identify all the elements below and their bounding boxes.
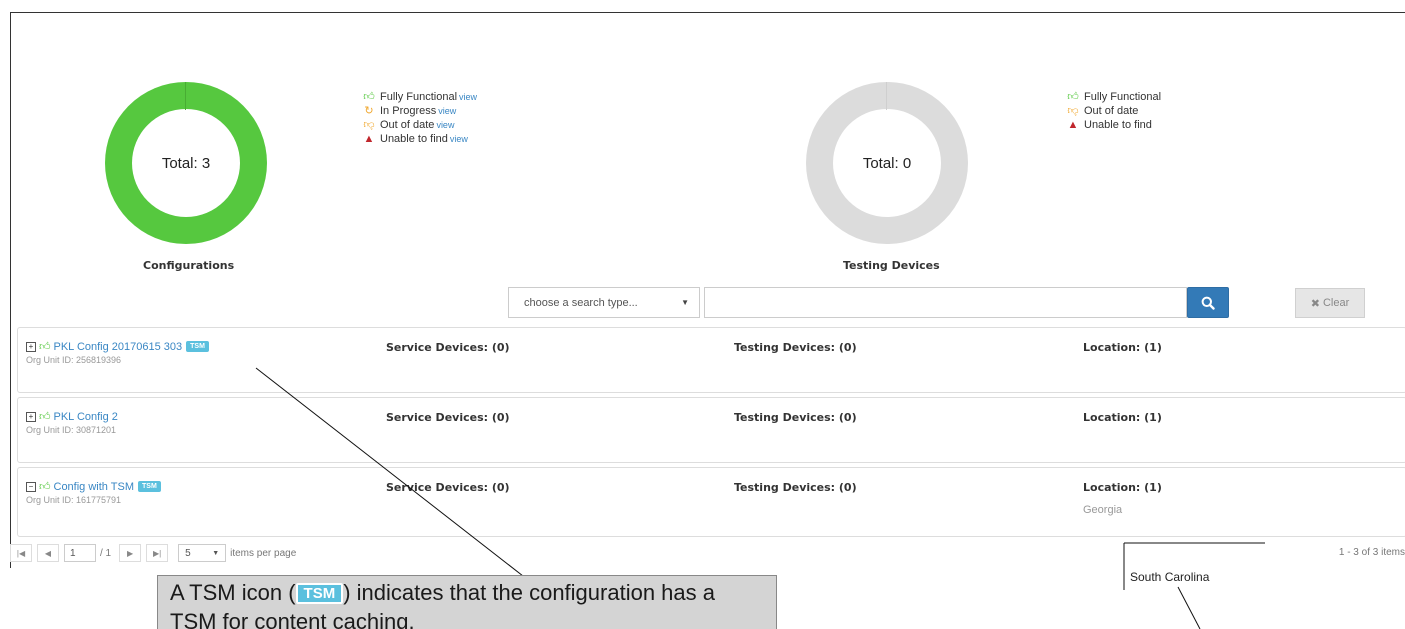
legend-item-unable-to-find: ▲ Unable to find view — [363, 132, 468, 146]
config-name-line: + 👍︎ PKL Config 2 — [26, 410, 118, 423]
legend-item-out-of-date: 👎︎ Out of date view — [363, 118, 455, 132]
testing-devices-chart-label: Testing Devices — [843, 259, 940, 272]
location-name: Georgia — [1083, 504, 1123, 516]
collapse-icon[interactable]: − — [26, 481, 36, 492]
expand-icon[interactable]: + — [26, 341, 36, 352]
page-count: / 1 — [100, 547, 112, 559]
config-row: + 👍︎ PKL Config 2 Org Unit ID: 30871201 … — [17, 397, 1405, 463]
configurations-total: Total: 3 — [161, 154, 211, 172]
tsm-badge: TSM — [295, 583, 344, 604]
testing-devices-donut-chart[interactable]: Total: 0 — [806, 82, 968, 244]
location-count[interactable]: Location: (1) — [1083, 481, 1162, 494]
thumbs-up-icon: 👍︎ — [39, 341, 51, 353]
thumbs-down-icon: 👎︎ — [363, 119, 375, 131]
legend-item-unable-to-find: ▲ Unable to find — [1067, 119, 1152, 131]
location-callout-leader — [1177, 586, 1201, 629]
refresh-icon: ↻ — [364, 105, 374, 117]
last-page-icon[interactable]: ▶| — [146, 544, 169, 562]
view-link-in-progress[interactable]: view — [438, 104, 456, 118]
org-unit-id: Org Unit ID: 30871201 — [26, 425, 117, 435]
pagination-bar: |◀ ◀ 1 / 1 ▶ ▶| 5 ▼ items per page — [10, 541, 296, 565]
close-icon: ✖ — [1310, 297, 1320, 310]
thumbs-up-icon: 👍︎ — [363, 91, 375, 103]
previous-page-icon[interactable]: ◀ — [37, 544, 59, 562]
testing-devices-count[interactable]: Testing Devices: (0) — [734, 411, 857, 424]
configurations-donut-chart[interactable]: Total: 3 — [105, 82, 267, 244]
configurations-chart-label: Configurations — [143, 259, 235, 272]
page-size-select[interactable]: 5 ▼ — [178, 544, 227, 562]
thumbs-up-icon: 👍︎ — [39, 411, 51, 423]
org-unit-id: Org Unit ID: 161775791 — [26, 495, 122, 505]
config-name-link[interactable]: PKL Config 2 — [54, 411, 118, 423]
org-unit-id: Org Unit ID: 256819396 — [26, 355, 122, 365]
service-devices-count[interactable]: Service Devices: (0) — [386, 411, 510, 424]
location-count[interactable]: Location: (1) — [1083, 341, 1162, 354]
donut-center: Total: 3 — [132, 109, 240, 217]
testing-devices-count[interactable]: Testing Devices: (0) — [734, 481, 857, 494]
legend-item-out-of-date: 👎︎ Out of date — [1067, 105, 1139, 117]
pagination-info: 1 - 3 of 3 items — [1338, 547, 1405, 558]
thumbs-down-icon: 👎︎ — [1067, 105, 1079, 117]
testing-devices-count[interactable]: Testing Devices: (0) — [734, 341, 857, 354]
view-link-unable-to-find[interactable]: view — [450, 132, 468, 146]
config-name-link[interactable]: Config with TSM — [54, 481, 135, 493]
chevron-down-icon: ▼ — [212, 549, 220, 557]
warning-icon: ▲ — [363, 133, 375, 145]
expand-icon[interactable]: + — [26, 411, 36, 422]
search-button[interactable] — [1187, 287, 1229, 318]
config-name-line: − 👍︎ Config with TSM TSM — [26, 480, 161, 493]
legend-item-fully-functional: 👍︎ Fully Functional — [1067, 91, 1162, 103]
search-type-select[interactable]: choose a search type... ▼ — [508, 287, 700, 318]
next-page-icon[interactable]: ▶ — [119, 544, 142, 562]
legend-item-in-progress: ↻ In Progress view — [362, 104, 477, 118]
service-devices-count[interactable]: Service Devices: (0) — [386, 341, 510, 354]
tsm-annotation-callout: A TSM icon (TSM) indicates that the conf… — [157, 575, 777, 629]
clear-button[interactable]: ✖ Clear — [1295, 288, 1365, 318]
legend-item-fully-functional: 👍︎ Fully Functional view — [363, 90, 478, 104]
thumbs-up-icon: 👍︎ — [39, 481, 51, 493]
thumbs-up-icon: 👍︎ — [1067, 91, 1079, 103]
first-page-icon[interactable]: |◀ — [10, 544, 32, 562]
search-icon — [1201, 296, 1215, 310]
items-per-page-label: items per page — [230, 547, 297, 559]
view-link-fully-functional[interactable]: view — [459, 90, 477, 104]
warning-icon: ▲ — [1067, 119, 1079, 131]
chevron-down-icon: ▼ — [681, 298, 689, 307]
config-name-line: + 👍︎ PKL Config 20170615 303 TSM — [26, 340, 209, 353]
search-type-value: choose a search type... — [524, 296, 638, 309]
service-devices-count[interactable]: Service Devices: (0) — [386, 481, 510, 494]
location-count[interactable]: Location: (1) — [1083, 411, 1162, 424]
testing-devices-total: Total: 0 — [862, 154, 912, 172]
config-row: − 👍︎ Config with TSM TSM Org Unit ID: 16… — [17, 467, 1405, 537]
config-name-link[interactable]: PKL Config 20170615 303 — [54, 341, 183, 353]
search-input[interactable] — [704, 287, 1187, 318]
donut-center: Total: 0 — [833, 109, 941, 217]
tsm-badge: TSM — [186, 341, 209, 352]
page-number-input[interactable]: 1 — [64, 544, 96, 562]
config-row: + 👍︎ PKL Config 20170615 303 TSM Org Uni… — [17, 327, 1405, 393]
location-annotation-label: South Carolina — [1130, 570, 1210, 584]
configurations-legend: 👍︎ Fully Functional view ↻ In Progress v… — [362, 90, 477, 146]
tsm-badge: TSM — [138, 481, 161, 492]
view-link-out-of-date[interactable]: view — [436, 118, 454, 132]
testing-devices-legend: 👍︎ Fully Functional 👎︎ Out of date ▲ Una… — [1066, 90, 1161, 132]
